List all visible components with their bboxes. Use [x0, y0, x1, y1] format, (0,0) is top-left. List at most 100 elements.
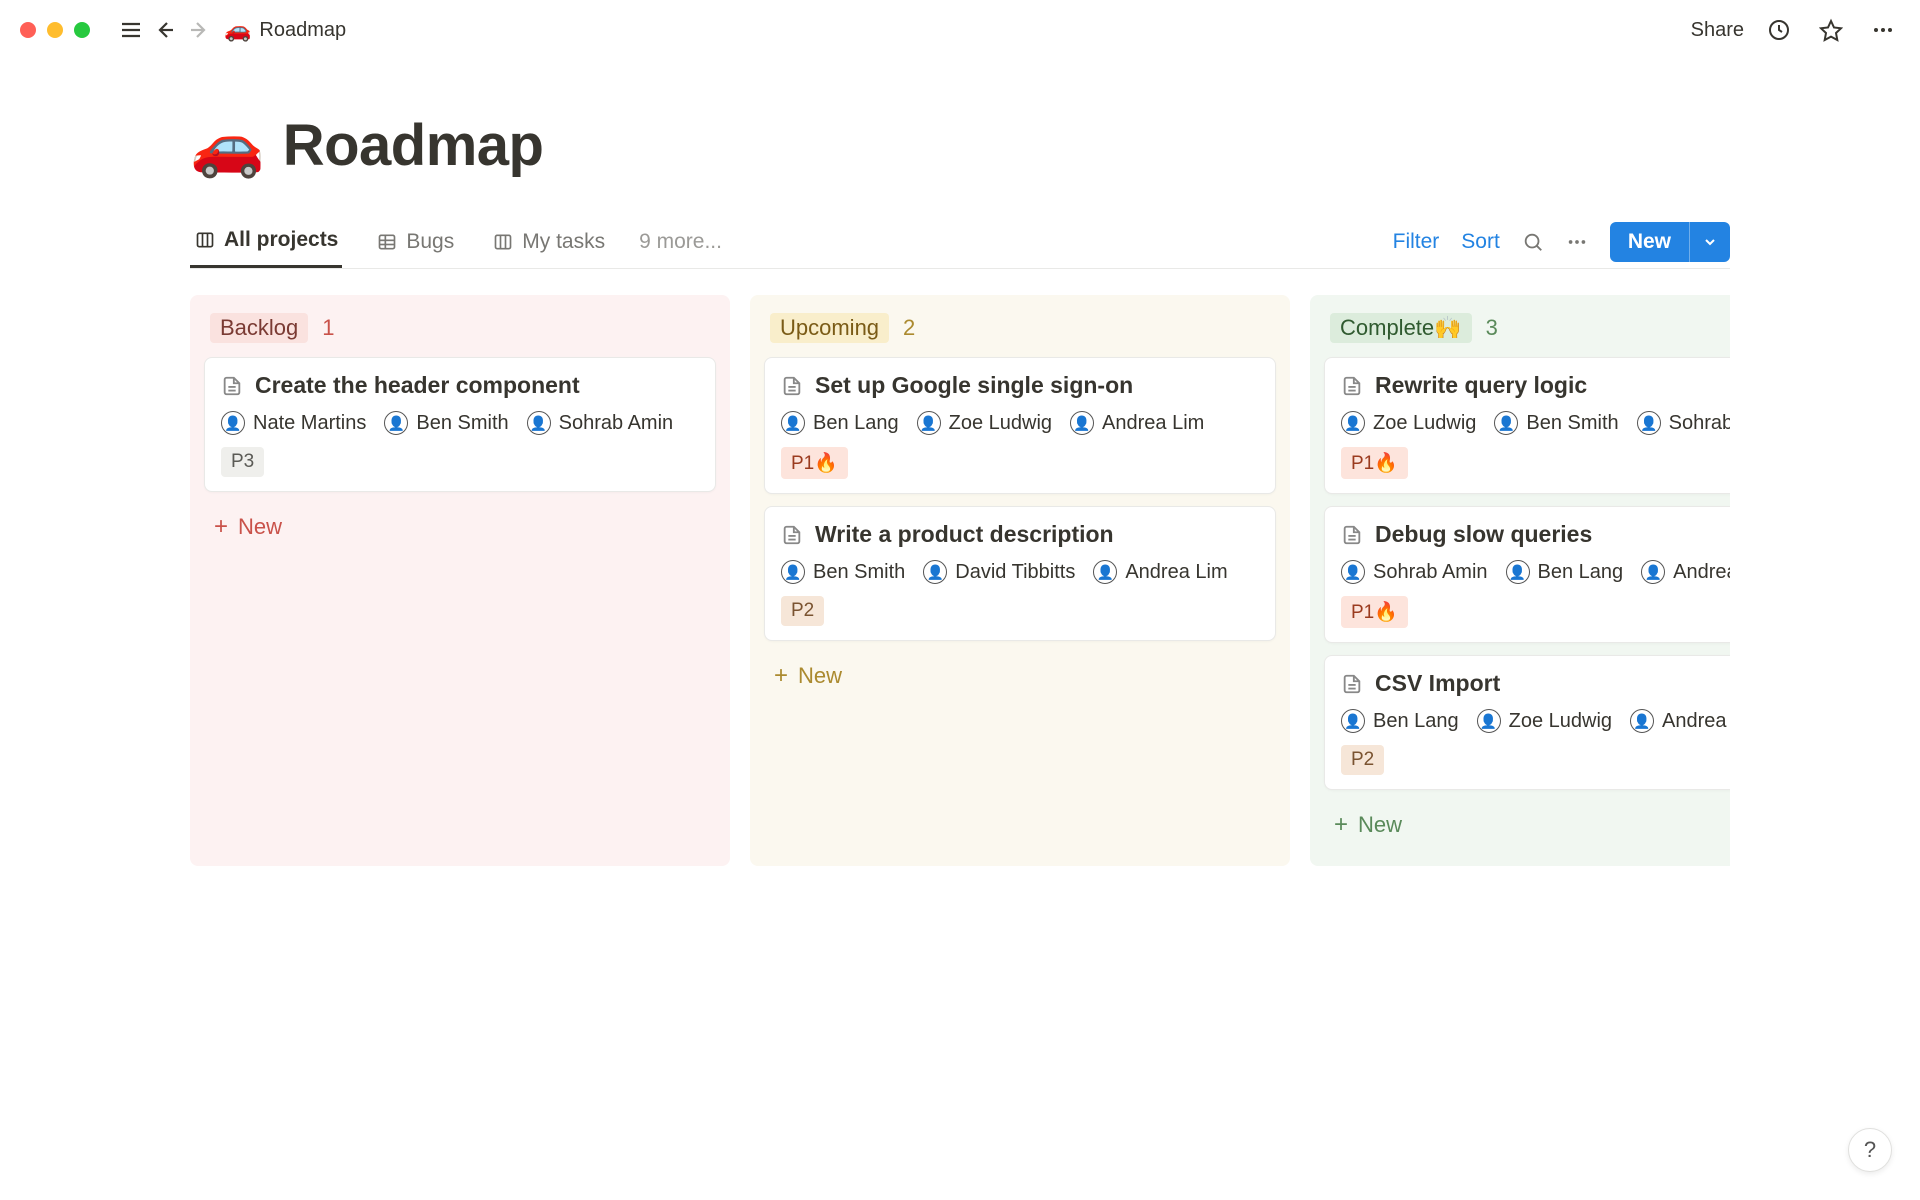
avatar: 👤: [923, 560, 947, 584]
avatar: 👤: [1070, 411, 1094, 435]
card[interactable]: Write a product description 👤Ben Smith 👤…: [764, 506, 1276, 641]
window-minimize-dot[interactable]: [47, 22, 63, 38]
card[interactable]: Debug slow queries 👤Sohrab Amin 👤Ben Lan…: [1324, 506, 1730, 643]
clock-icon: [1767, 18, 1791, 42]
add-card-label: New: [1358, 812, 1402, 838]
assignee: 👤Andrea Lim: [1641, 560, 1730, 584]
window-topbar: 🚗 Roadmap Share: [0, 0, 1920, 60]
card-assignees: 👤Zoe Ludwig 👤Ben Smith 👤Sohrab Amin: [1341, 411, 1730, 435]
share-button[interactable]: Share: [1691, 19, 1744, 42]
card-title-text: CSV Import: [1375, 670, 1500, 697]
card-assignees: 👤Ben Lang 👤Zoe Ludwig 👤Andrea Lim: [1341, 709, 1730, 733]
avatar: 👤: [1341, 560, 1365, 584]
assignee: 👤Zoe Ludwig: [1341, 411, 1476, 435]
favorite-button[interactable]: [1814, 13, 1848, 47]
avatar: 👤: [1341, 709, 1365, 733]
window-close-dot[interactable]: [20, 22, 36, 38]
breadcrumb-title: Roadmap: [259, 19, 346, 42]
updates-button[interactable]: [1762, 13, 1796, 47]
more-views-button[interactable]: 9 more...: [639, 230, 722, 254]
more-menu-button[interactable]: [1866, 13, 1900, 47]
column-count: 1: [322, 315, 334, 341]
add-card-button[interactable]: + New: [760, 653, 1280, 699]
hamburger-icon: [119, 18, 143, 42]
view-tabs: All projects Bugs My tasks 9 more... Fil…: [190, 215, 1730, 269]
window-zoom-dot[interactable]: [74, 22, 90, 38]
page-header: 🚗 Roadmap: [190, 110, 1730, 181]
tab-bugs[interactable]: Bugs: [372, 215, 458, 268]
avatar: 👤: [1494, 411, 1518, 435]
window-traffic-lights: [20, 22, 90, 38]
assignee: 👤Sohrab Amin: [527, 411, 674, 435]
card[interactable]: Create the header component 👤Nate Martin…: [204, 357, 716, 492]
column-header[interactable]: Backlog 1: [200, 309, 720, 357]
card[interactable]: CSV Import 👤Ben Lang 👤Zoe Ludwig 👤Andrea…: [1324, 655, 1730, 790]
avatar: 👤: [1341, 411, 1365, 435]
sidebar-toggle-button[interactable]: [114, 13, 148, 47]
avatar: 👤: [1630, 709, 1654, 733]
view-options-button[interactable]: [1566, 231, 1588, 253]
avatar: 👤: [917, 411, 941, 435]
column-count: 3: [1486, 315, 1498, 341]
help-button[interactable]: ?: [1848, 1128, 1892, 1172]
assignee: 👤Ben Lang: [1341, 709, 1459, 733]
search-icon: [1522, 231, 1544, 253]
column-count: 2: [903, 315, 915, 341]
page-icon: [781, 375, 803, 397]
card[interactable]: Set up Google single sign-on 👤Ben Lang 👤…: [764, 357, 1276, 494]
board-icon: [194, 229, 216, 251]
assignee: 👤Ben Smith: [1494, 411, 1618, 435]
help-label: ?: [1864, 1137, 1876, 1163]
priority-badge: P1🔥: [1341, 447, 1408, 479]
breadcrumb[interactable]: 🚗 Roadmap: [224, 17, 346, 43]
card-assignees: 👤Ben Smith 👤David Tibbitts 👤Andrea Lim: [781, 560, 1259, 584]
assignee: 👤Andrea Lim: [1070, 411, 1204, 435]
assignee: 👤Zoe Ludwig: [917, 411, 1052, 435]
column-upcoming: Upcoming 2 Set up Google single sign-on …: [750, 295, 1290, 866]
avatar: 👤: [221, 411, 245, 435]
tab-all-projects[interactable]: All projects: [190, 215, 342, 268]
card-assignees: 👤Nate Martins 👤Ben Smith 👤Sohrab Amin: [221, 411, 699, 435]
assignee: 👤David Tibbitts: [923, 560, 1075, 584]
page-title[interactable]: Roadmap: [283, 112, 544, 179]
column-backlog: Backlog 1 Create the header component 👤N…: [190, 295, 730, 866]
avatar: 👤: [1641, 560, 1665, 584]
add-card-label: New: [798, 663, 842, 689]
tab-label: All projects: [224, 228, 338, 252]
add-card-button[interactable]: + New: [1320, 802, 1730, 848]
avatar: 👤: [781, 560, 805, 584]
breadcrumb-icon: 🚗: [224, 17, 251, 43]
card-title-text: Rewrite query logic: [1375, 372, 1587, 399]
tab-my-tasks[interactable]: My tasks: [488, 215, 609, 268]
add-card-button[interactable]: + New: [200, 504, 720, 550]
page-icon: [1341, 673, 1363, 695]
filter-button[interactable]: Filter: [1393, 230, 1440, 254]
assignee: 👤Ben Smith: [781, 560, 905, 584]
board-icon: [492, 231, 514, 253]
add-card-label: New: [238, 514, 282, 540]
page-content: 🚗 Roadmap All projects Bugs My tasks 9 m…: [0, 60, 1920, 866]
new-button[interactable]: New: [1610, 222, 1689, 262]
page-icon: [1341, 524, 1363, 546]
card[interactable]: Rewrite query logic 👤Zoe Ludwig 👤Ben Smi…: [1324, 357, 1730, 494]
page-icon[interactable]: 🚗: [190, 110, 265, 181]
assignee: 👤Ben Smith: [384, 411, 508, 435]
new-button-dropdown[interactable]: [1689, 222, 1730, 262]
search-button[interactable]: [1522, 231, 1544, 253]
card-assignees: 👤Ben Lang 👤Zoe Ludwig 👤Andrea Lim: [781, 411, 1259, 435]
priority-badge: P1🔥: [781, 447, 848, 479]
avatar: 👤: [1477, 709, 1501, 733]
column-header[interactable]: Complete🙌 3: [1320, 309, 1730, 357]
column-label: Upcoming: [770, 313, 889, 343]
tab-label: Bugs: [406, 230, 454, 254]
avatar: 👤: [1506, 560, 1530, 584]
nav-forward-button[interactable]: [182, 13, 216, 47]
assignee: 👤Zoe Ludwig: [1477, 709, 1612, 733]
priority-badge: P2: [781, 596, 824, 626]
card-title-text: Set up Google single sign-on: [815, 372, 1133, 399]
assignee: 👤Andrea Lim: [1093, 560, 1227, 584]
nav-back-button[interactable]: [148, 13, 182, 47]
column-header[interactable]: Upcoming 2: [760, 309, 1280, 357]
page-icon: [1341, 375, 1363, 397]
sort-button[interactable]: Sort: [1461, 230, 1500, 254]
